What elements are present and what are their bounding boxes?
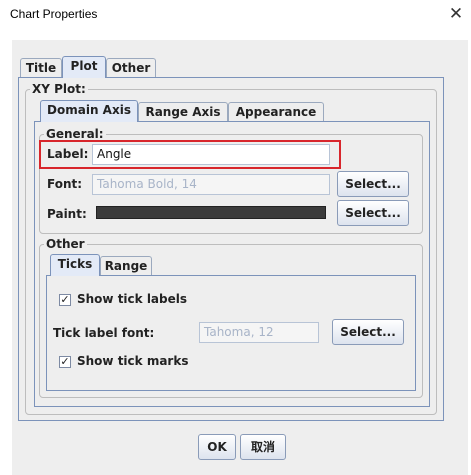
general-legend: General: [44,127,106,141]
other-group: Other Ticks Range ✓ Show tick labels Tic… [39,237,423,398]
cancel-button[interactable]: 取消 [240,434,286,460]
show-tick-labels-checkbox[interactable]: ✓ [59,294,71,306]
paint-select-button[interactable]: Select... [337,200,409,226]
plot-tab-panel: XY Plot: Domain Axis Range Axis Appearan… [18,77,444,421]
label-field[interactable]: Angle [92,144,330,165]
paint-swatch[interactable] [96,206,326,219]
tab-title[interactable]: Title [20,58,62,78]
ok-button[interactable]: OK [198,434,236,460]
tick-font-field: Tahoma, 12 [199,322,319,343]
tab-range-axis[interactable]: Range Axis [138,102,228,122]
tick-font-caption: Tick label font: [53,326,155,340]
show-tick-marks-checkbox[interactable]: ✓ [59,356,71,368]
show-tick-marks-label: Show tick marks [77,354,189,368]
xy-plot-group: XY Plot: Domain Axis Range Axis Appearan… [25,82,437,415]
tab-domain-axis[interactable]: Domain Axis [40,100,138,122]
font-caption: Font: [47,177,83,191]
dialog-client: Title Plot Other XY Plot: Domain Axis Ra… [12,40,468,475]
show-tick-labels-label: Show tick labels [77,292,188,306]
domain-axis-panel: General: Label: Angle Font: Tahoma Bold,… [34,121,430,407]
close-icon[interactable]: ✕ [441,0,471,28]
paint-caption: Paint: [47,207,87,221]
ticks-panel: ✓ Show tick labels Tick label font: Taho… [46,275,416,391]
general-group: General: Label: Angle Font: Tahoma Bold,… [39,127,423,234]
xy-plot-legend: XY Plot: [30,82,88,96]
font-select-button[interactable]: Select... [337,171,409,197]
tab-plot[interactable]: Plot [62,56,106,78]
font-field: Tahoma Bold, 14 [92,174,330,195]
other-legend: Other [44,237,87,251]
tab-range[interactable]: Range [100,256,152,276]
title-bar: Chart Properties ✕ [0,0,471,28]
tab-other[interactable]: Other [106,58,156,78]
window-title: Chart Properties [10,7,98,21]
tab-ticks[interactable]: Ticks [50,254,100,276]
tab-appearance[interactable]: Appearance [228,102,324,122]
label-caption: Label: [47,147,89,161]
tick-font-select-button[interactable]: Select... [332,319,404,345]
